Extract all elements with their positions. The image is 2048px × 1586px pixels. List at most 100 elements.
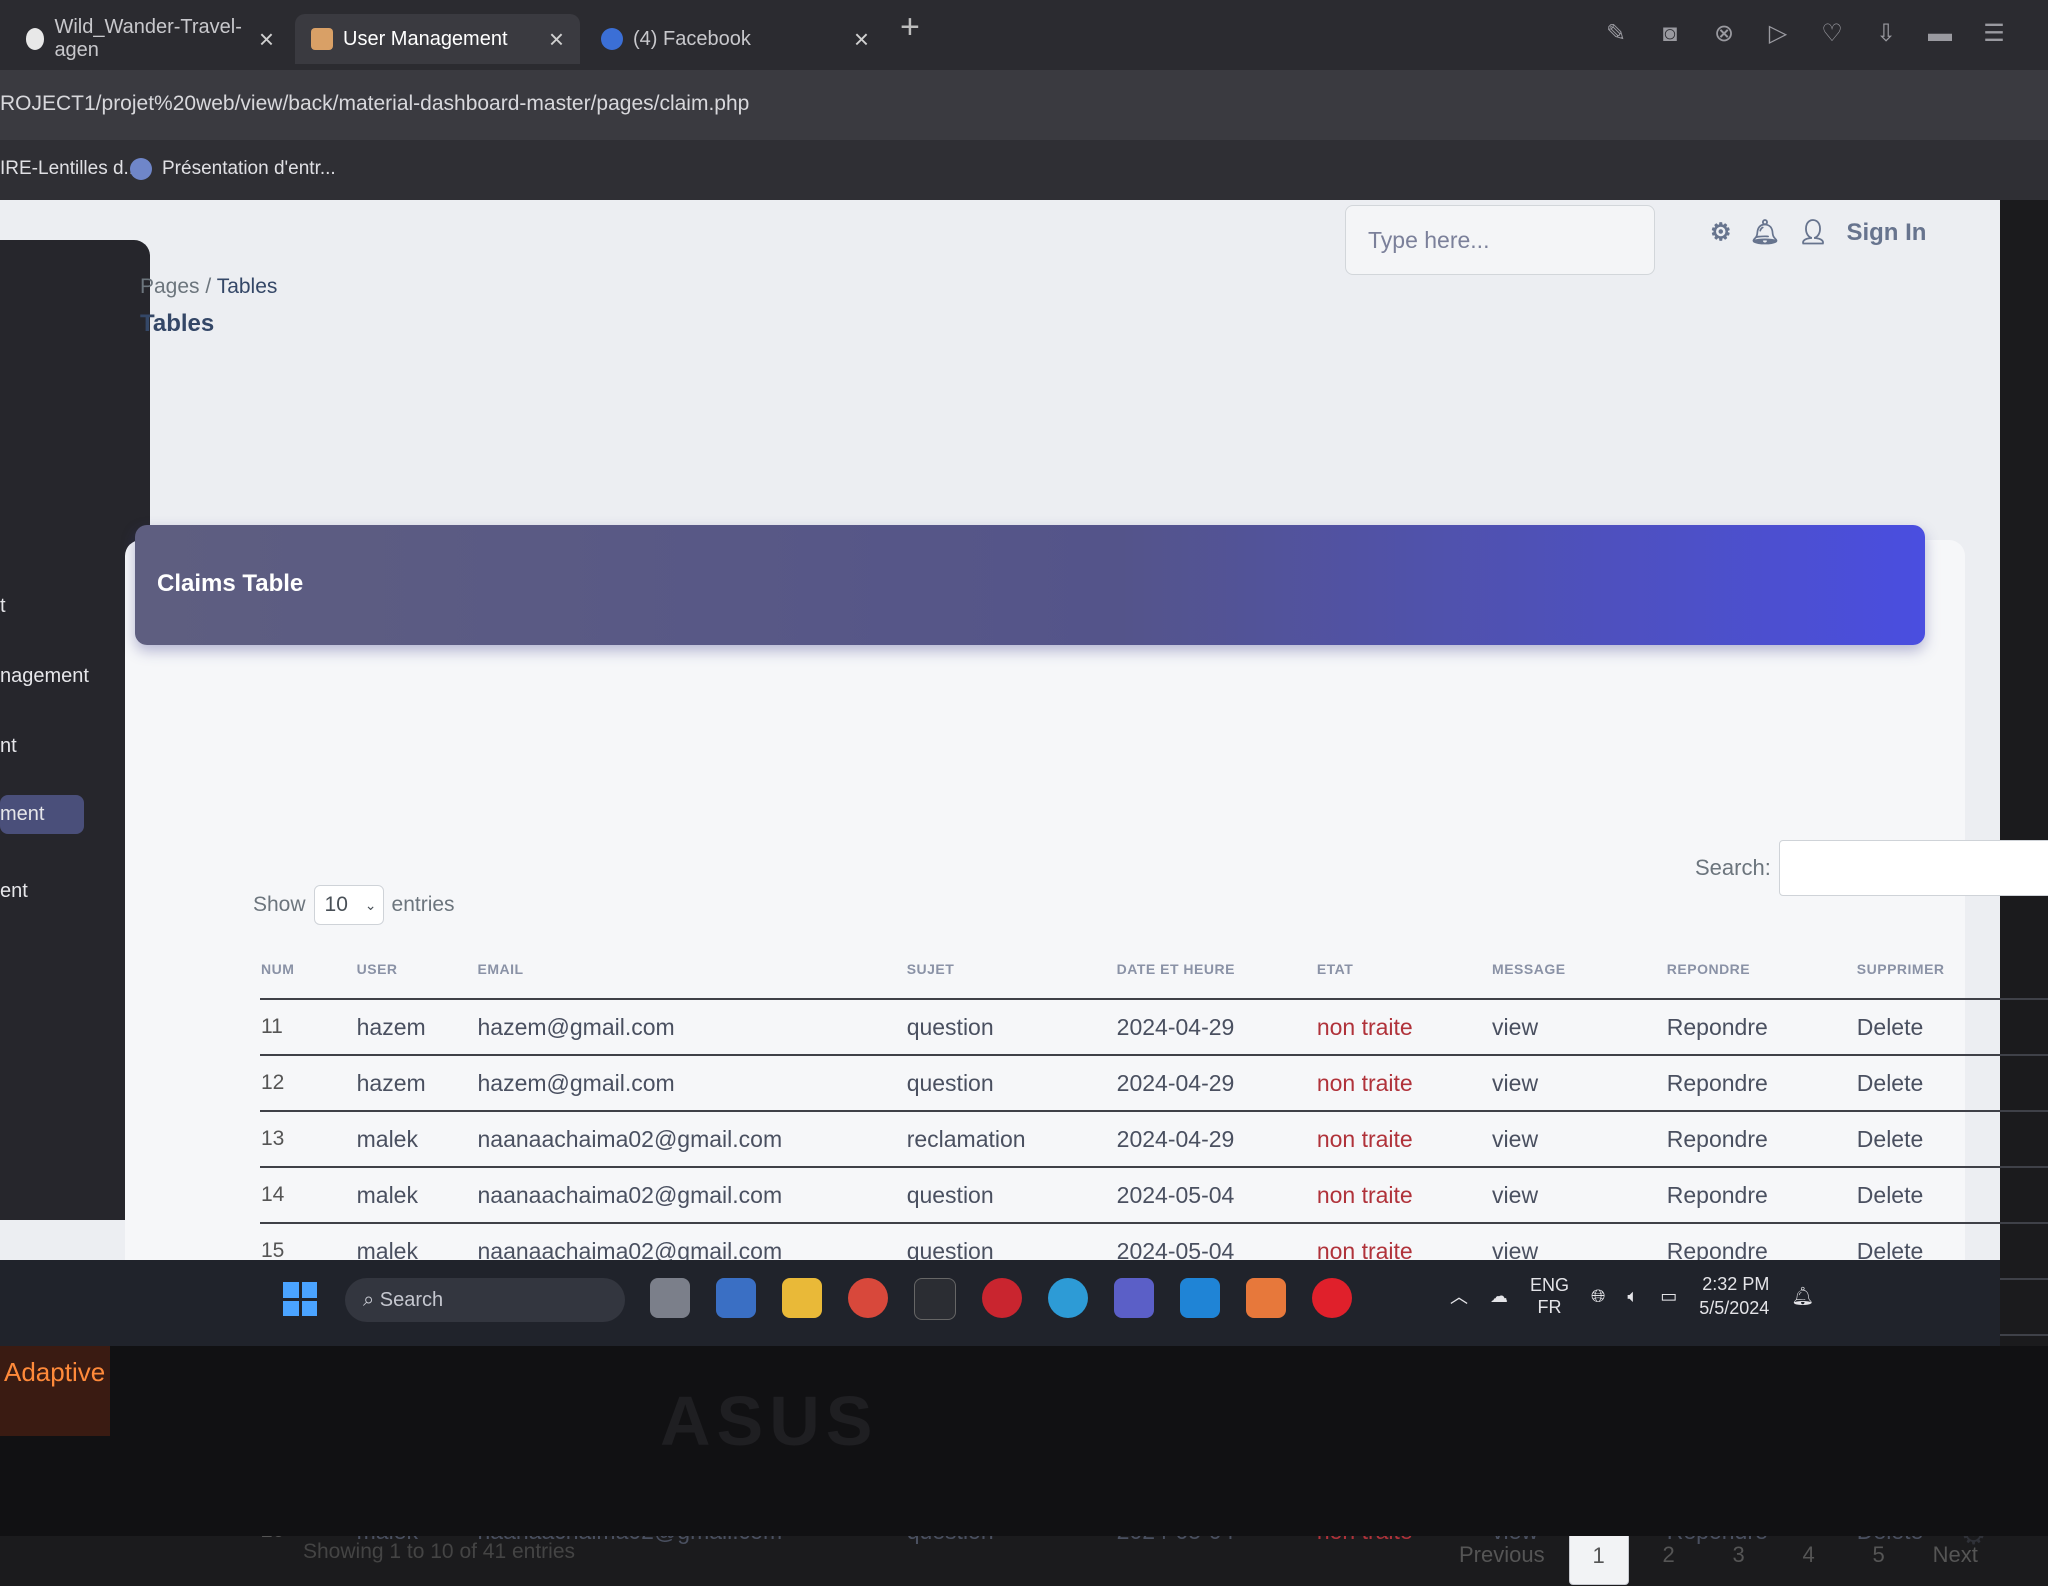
taskbar-search[interactable]: ⌕ Search <box>345 1278 625 1322</box>
chrome-icon[interactable] <box>848 1278 888 1318</box>
table-search-input[interactable] <box>1778 840 2048 896</box>
repondre-link[interactable]: Repondre <box>1665 1110 1856 1167</box>
breadcrumb-current: Tables <box>216 275 278 298</box>
volume-icon[interactable]: 🔈︎ <box>1627 1286 1638 1307</box>
column-header-supprimer[interactable]: SUPPRIMER <box>1856 940 2048 999</box>
delete-link[interactable]: Delete <box>1855 1110 2048 1167</box>
view-link[interactable]: view <box>1491 998 1666 1055</box>
menu-icon[interactable]: ☰ <box>1980 20 2008 48</box>
table-header-row: NUM USER EMAIL SUJET DATE ET HEURE ETAT … <box>260 940 2048 999</box>
heart-icon[interactable]: ♡ <box>1818 20 1846 48</box>
cell-sujet: question <box>905 998 1116 1055</box>
column-header-num[interactable]: NUM <box>260 940 356 999</box>
opera-gx-icon[interactable] <box>982 1278 1022 1318</box>
cell-email: hazem@gmail.com <box>476 1054 906 1111</box>
opera-icon[interactable] <box>1312 1278 1352 1318</box>
brand-logo: ASUS <box>660 1382 879 1460</box>
view-link[interactable]: view <box>1491 1166 1666 1223</box>
cell-user: hazem <box>355 1054 477 1111</box>
close-icon[interactable]: × <box>549 24 564 55</box>
delete-link[interactable]: Delete <box>1855 998 2048 1055</box>
cloud-off-icon[interactable]: ☁ <box>1490 1286 1508 1307</box>
repondre-link[interactable]: Repondre <box>1665 998 1856 1055</box>
chevron-up-icon[interactable]: ︿ <box>1450 1283 1468 1309</box>
edit-icon[interactable]: ✎ <box>1602 20 1630 48</box>
new-tab-button[interactable]: + <box>900 8 920 47</box>
isis-app-icon[interactable] <box>716 1278 756 1318</box>
navbar-actions: ⚙ 🔔︎ 👤︎ Sign In <box>1710 218 1926 247</box>
gear-icon[interactable]: ⚙ <box>1710 218 1732 247</box>
column-header-repondre[interactable]: REPONDRE <box>1666 940 1856 999</box>
close-icon[interactable]: × <box>854 24 869 55</box>
sidebar-item-management[interactable]: nagement <box>0 665 89 688</box>
tab-label: User Management <box>343 27 508 50</box>
battery-icon[interactable]: ▬ <box>1926 20 1954 48</box>
tab-user-management[interactable]: User Management × <box>295 14 580 64</box>
table-search: Search: <box>1695 840 2048 896</box>
entries-selector: Show 10 ⌄ entries <box>253 885 455 925</box>
tab-facebook[interactable]: (4) Facebook × <box>585 14 885 64</box>
column-header-sujet[interactable]: SUJET <box>906 940 1116 999</box>
view-link[interactable]: view <box>1491 1110 1666 1167</box>
entries-select[interactable]: 10 ⌄ <box>313 885 384 925</box>
url-text[interactable]: ROJECT1/projet%20web/view/back/material-… <box>0 92 749 116</box>
cell-date: 2024-04-29 <box>1115 1110 1316 1167</box>
camera-icon[interactable]: ◙ <box>1656 20 1684 48</box>
github-icon <box>26 28 45 50</box>
system-tray: ︿ ☁ ENG FR 🌐︎ 🔈︎ ▭ 2:32 PM 5/5/2024 🔔︎ <box>1450 1272 1814 1320</box>
delete-link[interactable]: Delete <box>1855 1166 2048 1223</box>
send-icon[interactable]: ▷ <box>1764 20 1792 48</box>
chevron-down-icon: ⌄ <box>364 897 377 913</box>
column-header-message[interactable]: MESSAGE <box>1491 940 1666 999</box>
adaptive-sync-sticker: Adaptive SYNC <box>0 1346 110 1436</box>
breadcrumb-parent[interactable]: Pages <box>140 275 200 298</box>
view-link[interactable]: view <box>1491 1054 1666 1111</box>
repondre-link[interactable]: Repondre <box>1665 1054 1856 1111</box>
file-explorer-icon[interactable] <box>782 1278 822 1318</box>
tab-github[interactable]: Wild_Wander-Travel-agen × <box>10 14 290 64</box>
battery-icon[interactable]: ▭ <box>1660 1286 1677 1307</box>
table-row: 14 malek naanaachaima02@gmail.com question 2… <box>260 1166 2048 1223</box>
browser-toolbar-icons: ✎ ◙ ⊗ ▷ ♡ ⇩ ▬ ☰ <box>1602 20 2008 48</box>
language-indicator[interactable]: ENG FR <box>1530 1274 1569 1318</box>
address-bar[interactable]: ROJECT1/projet%20web/view/back/material-… <box>0 70 2048 140</box>
column-header-date[interactable]: DATE ET HEURE <box>1116 940 1316 999</box>
cell-user: hazem <box>355 998 477 1055</box>
globe-icon[interactable]: 🌐︎ <box>1591 1286 1605 1307</box>
bookmark-icon <box>130 158 152 180</box>
delete-link[interactable]: Delete <box>1855 1054 2048 1111</box>
download-icon[interactable]: ⇩ <box>1872 20 1900 48</box>
sidebar-item[interactable]: ent <box>0 880 28 903</box>
teams-icon[interactable] <box>1114 1278 1154 1318</box>
windows-start-icon[interactable] <box>283 1282 317 1316</box>
notification-bell-icon[interactable]: 🔔︎ <box>1791 1286 1814 1307</box>
cell-etat: non traite <box>1315 1110 1492 1167</box>
task-view-icon[interactable] <box>650 1278 690 1318</box>
sign-in-link[interactable]: Sign In <box>1846 219 1926 247</box>
cell-etat: non traite <box>1315 1166 1492 1223</box>
vscode-icon[interactable] <box>1180 1278 1220 1318</box>
xampp-icon[interactable] <box>1246 1278 1286 1318</box>
repondre-link[interactable]: Repondre <box>1665 1166 1856 1223</box>
edge-icon[interactable] <box>1048 1278 1088 1318</box>
close-icon[interactable]: × <box>259 24 274 55</box>
bell-icon[interactable]: 🔔︎ <box>1750 218 1780 247</box>
column-header-user[interactable]: USER <box>356 940 477 999</box>
clock[interactable]: 2:32 PM 5/5/2024 <box>1699 1272 1769 1320</box>
lang-primary: ENG <box>1530 1275 1570 1295</box>
search-input[interactable]: Type here... <box>1345 205 1655 275</box>
sidebar-item-active[interactable]: ment <box>0 795 85 834</box>
search-icon: ⌕ <box>363 1289 380 1311</box>
cell-num: 14 <box>260 1166 356 1223</box>
pagination-info: Showing 1 to 10 of 41 entries <box>303 1540 576 1563</box>
bookmark-item[interactable]: Présentation d'entr... <box>130 158 336 180</box>
bookmark-item[interactable]: IRE-Lentilles d... <box>0 158 139 180</box>
sidebar-item[interactable]: t <box>0 595 6 618</box>
column-header-etat[interactable]: ETAT <box>1316 940 1491 999</box>
terminal-icon[interactable] <box>914 1278 956 1320</box>
facebook-icon <box>601 28 623 50</box>
sidebar-item[interactable]: nt <box>0 735 17 758</box>
user-icon[interactable]: 👤︎ <box>1798 218 1828 247</box>
shield-icon[interactable]: ⊗ <box>1710 20 1738 48</box>
column-header-email[interactable]: EMAIL <box>476 940 905 999</box>
